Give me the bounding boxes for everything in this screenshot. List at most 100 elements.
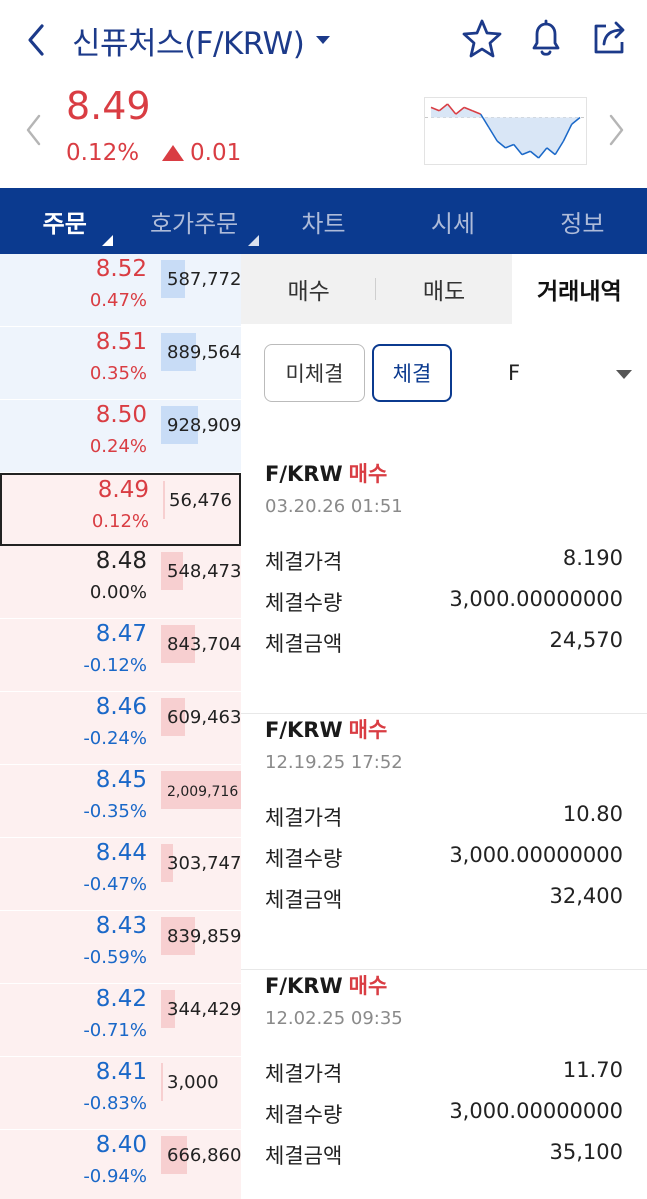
orderbook-row-current[interactable]: 8.49 0.12% 56,476 (0, 473, 241, 546)
mini-chart[interactable] (424, 97, 587, 165)
trade-item[interactable]: F/KRW 매수 12.02.25 09:35 체결가격 11.70 체결수량 3,0… (241, 970, 647, 1199)
trade-header: F/KRW 매수 (265, 458, 387, 488)
back-icon[interactable] (22, 18, 52, 62)
trade-side: 매수 (348, 718, 388, 742)
tab-label: 주문 (42, 209, 87, 238)
chevron-left-icon[interactable] (22, 110, 46, 150)
orderbook-quantity: 344,429 (167, 999, 242, 1020)
orderbook-quantity-cell[interactable]: 839,859 (161, 911, 241, 983)
orderbook-row[interactable]: 8.48 0.00% 548,473 (0, 546, 241, 619)
bell-icon[interactable] (524, 16, 568, 60)
trade-qty-label: 체결수량 (265, 591, 343, 615)
coin-select[interactable]: F (486, 344, 636, 402)
orderbook-row[interactable]: 8.50 0.24% 928,909 (0, 400, 241, 473)
share-icon[interactable] (588, 16, 632, 60)
orderbook-price-cell[interactable]: 8.41 -0.83% (0, 1057, 159, 1129)
trade-pair: F/KRW (265, 718, 343, 742)
trade-qty-value: 3,000.00000000 (449, 1099, 623, 1123)
segment-label: 매수 (287, 279, 330, 305)
orderbook-quantity: 56,476 (169, 490, 232, 511)
market-selector[interactable]: 신퓨처스(F/KRW) (72, 18, 331, 62)
orderbook-percent: 0.00% (89, 582, 147, 603)
trade-price-value: 11.70 (562, 1058, 623, 1082)
orderbook-quantity-cell[interactable]: 3,000 (161, 1057, 241, 1129)
trade-item[interactable]: F/KRW 매수 12.19.25 17:52 체결가격 10.80 체결수량 3,0… (241, 714, 647, 970)
orderbook-price: 8.40 (95, 1132, 147, 1158)
market-title: 신퓨처스(F/KRW) (72, 25, 305, 62)
segment-buy[interactable]: 매수 (241, 254, 377, 324)
orderbook-quantity-cell[interactable]: 666,860 (161, 1130, 241, 1199)
tab-label: 차트 (301, 209, 346, 238)
orderbook-price-cell[interactable]: 8.45 -0.35% (0, 765, 159, 837)
orderbook-quantity: 3,000 (167, 1072, 219, 1093)
orderbook-price-cell[interactable]: 8.43 -0.59% (0, 911, 159, 983)
orderbook-price: 8.43 (95, 913, 147, 939)
orderbook-price: 8.45 (95, 767, 147, 793)
unfilled-filter-button[interactable]: 미체결 (264, 344, 365, 402)
orderbook-price: 8.47 (95, 621, 147, 647)
orderbook-price-cell[interactable]: 8.46 -0.24% (0, 692, 159, 764)
trade-amount-label: 체결금액 (265, 888, 343, 912)
trade-item[interactable]: F/KRW 매수 03.20.26 01:51 체결가격 8.190 체결수량 3,0… (241, 458, 647, 714)
orderbook-row[interactable]: 8.44 -0.47% 303,747 (0, 838, 241, 911)
tab-chart[interactable]: 차트 (259, 188, 388, 254)
orderbook-row[interactable]: 8.52 0.47% 587,772 (0, 254, 241, 327)
orderbook-price: 8.46 (95, 694, 147, 720)
orderbook-quantity-cell[interactable]: 587,772 (161, 254, 241, 326)
orderbook-percent: 0.47% (89, 290, 147, 311)
orderbook-price-cell[interactable]: 8.51 0.35% (0, 327, 159, 399)
trade-qty-label: 체결수량 (265, 1103, 343, 1127)
orderbook-row[interactable]: 8.47 -0.12% 843,704 (0, 619, 241, 692)
quantity-depth-bar (163, 481, 165, 519)
orderbook-quantity-cell[interactable]: 56,476 (163, 475, 243, 547)
orderbook-percent: 0.35% (89, 363, 147, 384)
orderbook-percent: -0.12% (83, 655, 147, 676)
star-icon[interactable] (460, 16, 504, 60)
corner-indicator-icon (247, 235, 259, 246)
orderbook-quantity-cell[interactable]: 889,564 (161, 327, 241, 399)
orderbook-quantity-cell[interactable]: 548,473 (161, 546, 241, 618)
trade-price-label: 체결가격 (265, 1062, 343, 1086)
chevron-right-icon[interactable] (604, 110, 628, 150)
tab-label: 정보 (560, 209, 605, 238)
orderbook-quantity-cell[interactable]: 843,704 (161, 619, 241, 691)
orderbook-row[interactable]: 8.45 -0.35% 2,009,716 (0, 765, 241, 838)
orderbook-quantity: 928,909 (167, 415, 242, 436)
orderbook-quantity: 303,747 (167, 853, 242, 874)
tab-market-price[interactable]: 시세 (388, 188, 517, 254)
orderbook-row[interactable]: 8.46 -0.24% 609,463 (0, 692, 241, 765)
orderbook-row[interactable]: 8.42 -0.71% 344,429 (0, 984, 241, 1057)
trade-side: 매수 (348, 974, 388, 998)
orderbook-quantity: 839,859 (167, 926, 242, 947)
orderbook-row[interactable]: 8.41 -0.83% 3,000 (0, 1057, 241, 1130)
orderbook-price-cell[interactable]: 8.49 0.12% (2, 475, 161, 547)
segment-sell[interactable]: 매도 (376, 254, 511, 324)
orderbook-price-cell[interactable]: 8.42 -0.71% (0, 984, 159, 1056)
orderbook-quantity-cell[interactable]: 928,909 (161, 400, 241, 472)
orderbook-price-cell[interactable]: 8.48 0.00% (0, 546, 159, 618)
orderbook-quantity-cell[interactable]: 303,747 (161, 838, 241, 910)
orderbook-row[interactable]: 8.43 -0.59% 839,859 (0, 911, 241, 984)
segment-history[interactable]: 거래내역 (511, 254, 647, 324)
tab-label: 시세 (430, 209, 475, 238)
orderbook-price-cell[interactable]: 8.50 0.24% (0, 400, 159, 472)
tab-order[interactable]: 주문 (0, 188, 129, 254)
tab-quote-order[interactable]: 호가주문 (129, 188, 259, 254)
change-amount: 0.01 (162, 140, 241, 166)
orderbook-price-cell[interactable]: 8.47 -0.12% (0, 619, 159, 691)
order-book: 8.52 0.47% 587,772 8.51 0.35% 889,564 8.50 0.24… (0, 254, 241, 1199)
orderbook-row[interactable]: 8.51 0.35% 889,564 (0, 327, 241, 400)
orderbook-percent: -0.59% (83, 947, 147, 968)
orderbook-percent: -0.24% (83, 728, 147, 749)
orderbook-price-cell[interactable]: 8.40 -0.94% (0, 1130, 159, 1199)
orderbook-price-cell[interactable]: 8.44 -0.47% (0, 838, 159, 910)
tab-info[interactable]: 정보 (518, 188, 647, 254)
orderbook-quantity-cell[interactable]: 344,429 (161, 984, 241, 1056)
orderbook-quantity-cell[interactable]: 609,463 (161, 692, 241, 764)
app-header: 신퓨처스(F/KRW) (0, 0, 647, 80)
trade-price-label: 체결가격 (265, 550, 343, 574)
orderbook-price-cell[interactable]: 8.52 0.47% (0, 254, 159, 326)
filled-filter-button[interactable]: 체결 (372, 344, 452, 402)
orderbook-quantity-cell[interactable]: 2,009,716 (161, 765, 241, 837)
orderbook-row[interactable]: 8.40 -0.94% 666,860 (0, 1130, 241, 1199)
